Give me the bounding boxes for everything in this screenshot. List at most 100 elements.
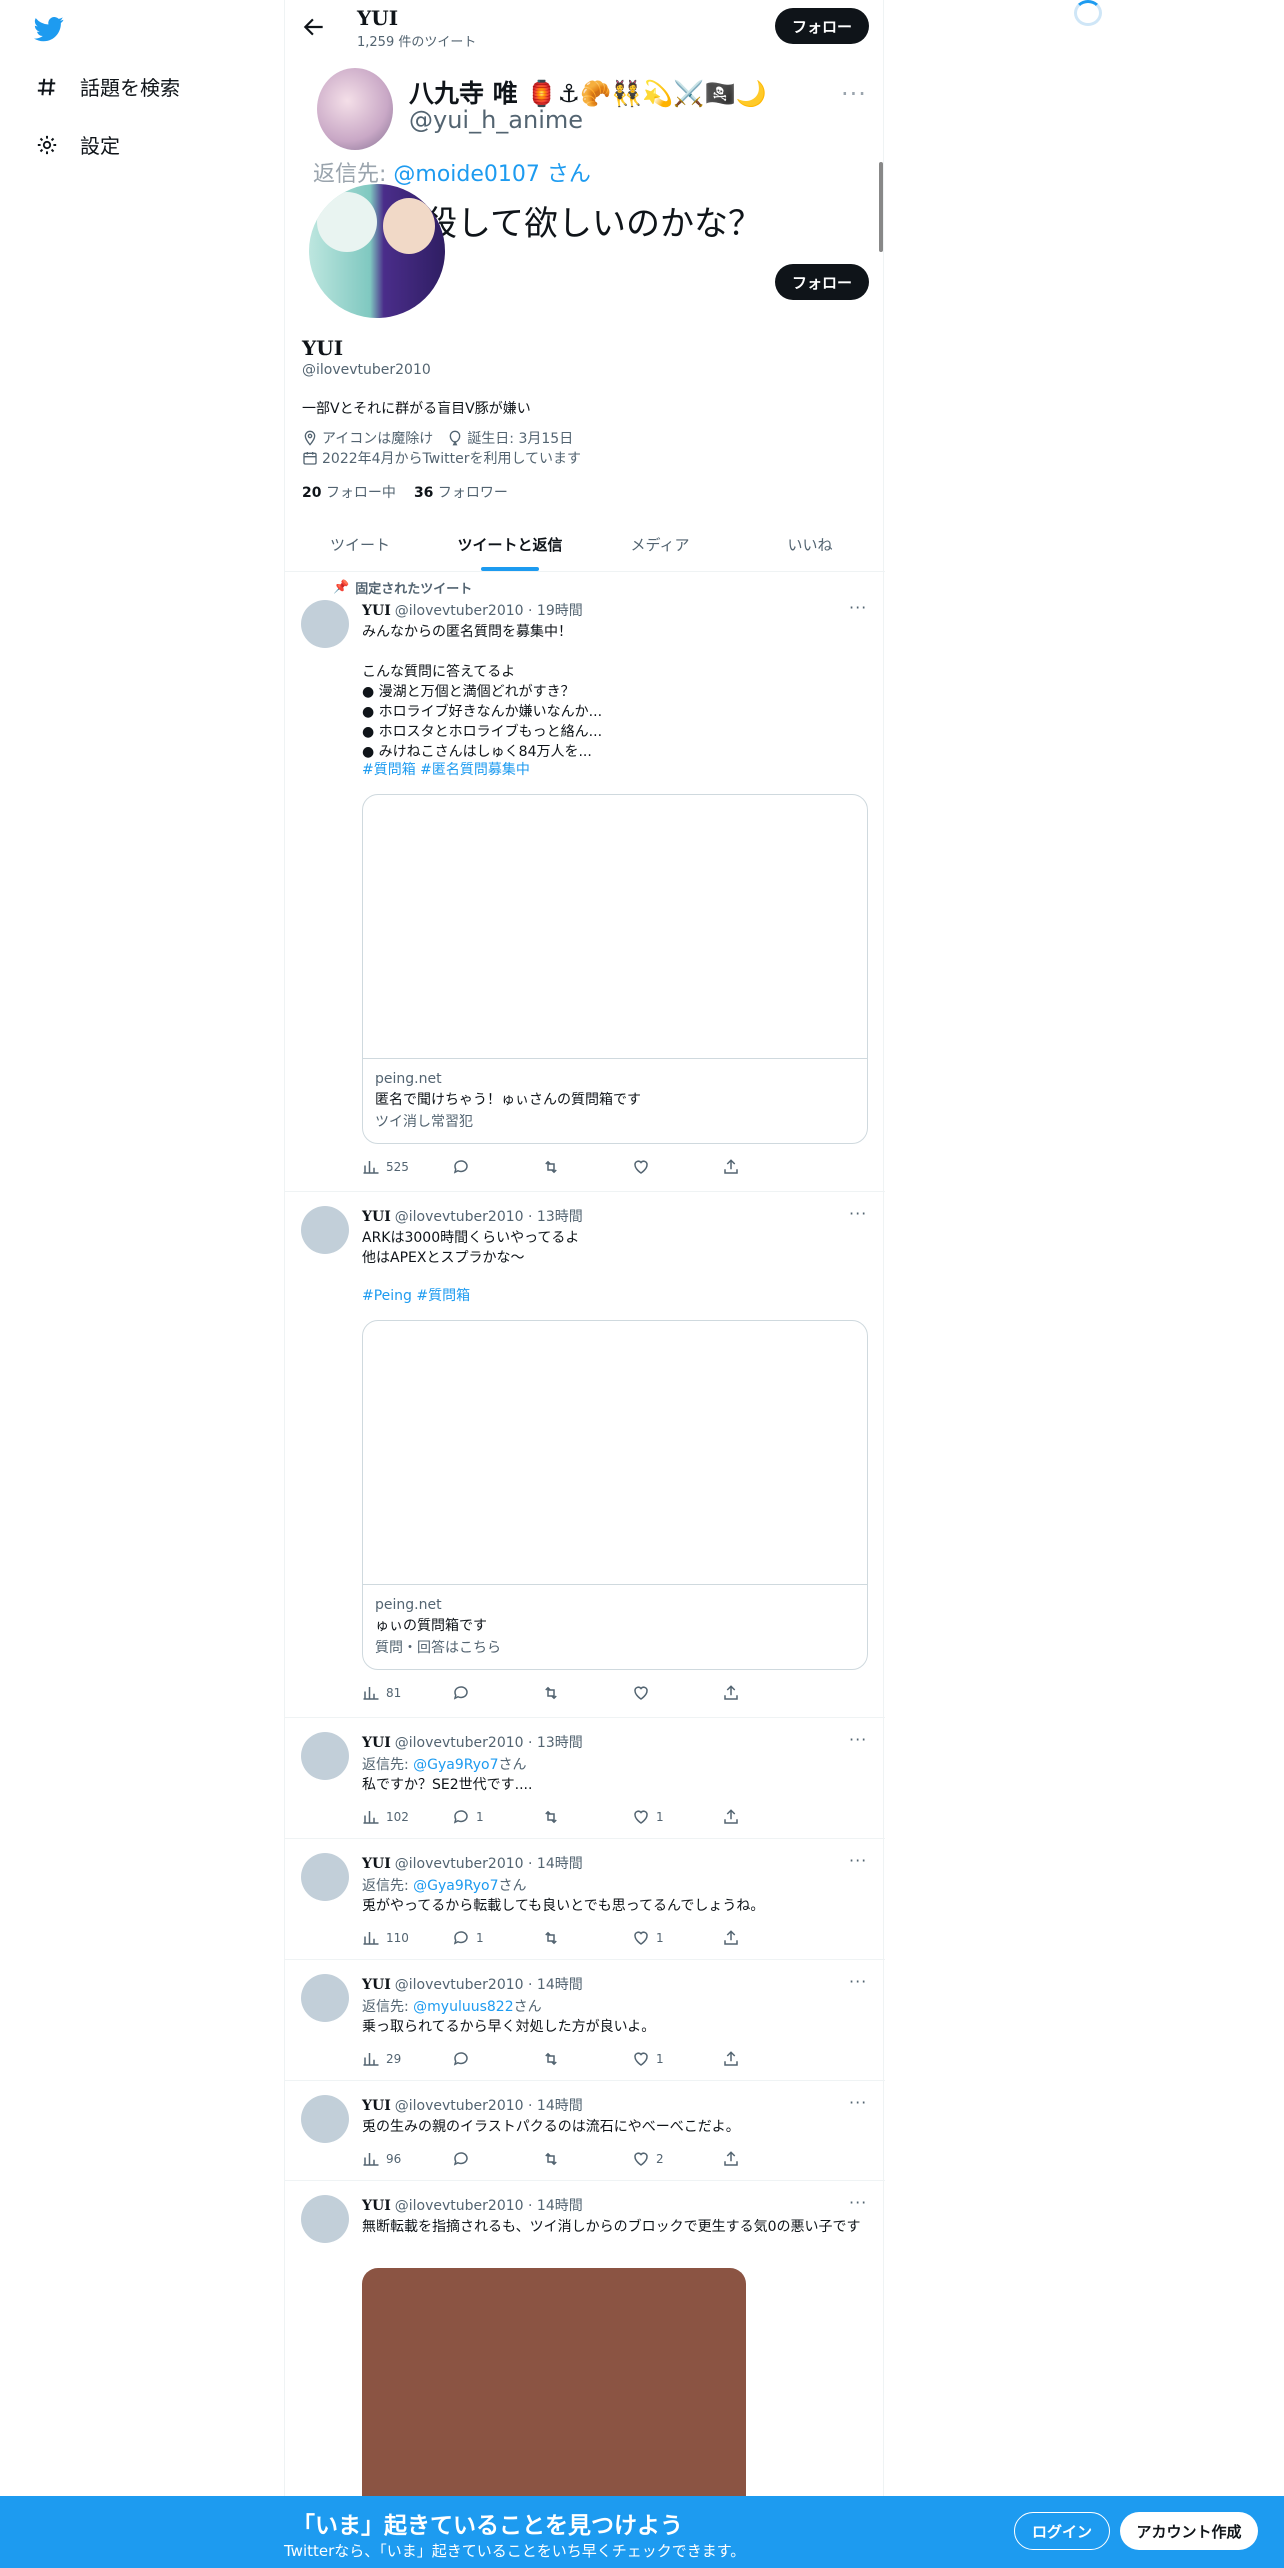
reply-icon xyxy=(453,2152,468,2166)
twitter-logo-icon[interactable] xyxy=(32,14,66,44)
quoted-reply-user-link[interactable]: @moide0107 xyxy=(393,162,540,187)
analytics-icon xyxy=(363,1932,379,1945)
reply-button[interactable] xyxy=(452,1684,542,1702)
login-button[interactable]: ログイン xyxy=(1014,2512,1110,2550)
reply-user-link[interactable]: @Gya9Ryo7 xyxy=(413,1757,498,1773)
retweet-icon xyxy=(545,1810,557,1824)
like-button[interactable]: 1 xyxy=(632,2050,722,2068)
profile-follow-button[interactable]: フォロー xyxy=(775,264,869,300)
scrollbar[interactable] xyxy=(879,162,883,252)
like-button[interactable]: 1 xyxy=(632,1808,722,1826)
views-button[interactable]: 96 xyxy=(362,2150,452,2168)
like-button[interactable] xyxy=(632,1158,722,1176)
share-icon xyxy=(724,1809,738,1824)
tweet-item[interactable]: YUI @ilovevtuber2010 · 14時間 ··· 返信先: @Gya… xyxy=(285,1839,885,1960)
back-arrow-icon[interactable] xyxy=(301,14,327,40)
views-button[interactable]: 525 xyxy=(362,1158,452,1176)
signup-button[interactable]: アカウント作成 xyxy=(1120,2512,1258,2550)
link-card[interactable]: peing.net 匿名で聞けちゃう！ゅぃさんの質問箱です ツイ消し常習犯 xyxy=(362,794,868,1144)
reply-button[interactable] xyxy=(452,2150,542,2168)
reply-user-link[interactable]: @myuluus822 xyxy=(413,1999,513,2015)
link-card-domain: peing.net xyxy=(375,1071,442,1087)
share-button[interactable] xyxy=(722,1158,812,1176)
avatar[interactable] xyxy=(301,2095,349,2143)
views-button[interactable]: 110 xyxy=(362,1929,452,1947)
more-icon[interactable]: ··· xyxy=(849,2093,867,2112)
like-button[interactable]: 1 xyxy=(632,1929,722,1947)
more-icon[interactable]: ··· xyxy=(849,1204,867,1223)
retweet-icon xyxy=(545,2052,557,2066)
reply-button[interactable] xyxy=(452,1158,542,1176)
retweet-button[interactable] xyxy=(542,1808,632,1826)
profile-meta-row: アイコンは魔除け 誕生日: 3月15日 xyxy=(302,428,573,448)
views-button[interactable]: 102 xyxy=(362,1808,452,1826)
avatar[interactable] xyxy=(301,1974,349,2022)
profile-tabs: ツイート ツイートと返信 メディア いいね xyxy=(285,518,885,572)
views-button[interactable]: 29 xyxy=(362,2050,452,2068)
retweet-button[interactable] xyxy=(542,1929,632,1947)
reply-button[interactable]: 1 xyxy=(452,1808,542,1826)
profile-bio: 一部Vとそれに群がる盲目V豚が嫌い xyxy=(302,401,531,417)
more-icon[interactable]: ··· xyxy=(849,1851,867,1870)
like-button[interactable] xyxy=(632,1684,722,1702)
header-title: YUI xyxy=(357,6,399,30)
tab-tweets-and-replies[interactable]: ツイートと返信 xyxy=(435,518,585,571)
tweet-hashtags[interactable]: #Peing #質問箱 xyxy=(362,1286,872,1306)
profile-location: アイコンは魔除け xyxy=(322,431,434,447)
link-card[interactable]: peing.net ゅぃの質問箱です 質問・回答はこちら xyxy=(362,1320,868,1670)
more-icon[interactable]: ··· xyxy=(849,598,867,617)
retweet-button[interactable] xyxy=(542,2050,632,2068)
reply-button[interactable]: 1 xyxy=(452,1929,542,1947)
following-link[interactable]: 20 フォロー中 xyxy=(302,482,396,502)
avatar[interactable] xyxy=(301,600,349,648)
more-icon[interactable]: ··· xyxy=(849,1730,867,1749)
tab-media[interactable]: メディア xyxy=(585,518,735,571)
reply-user-link[interactable]: @Gya9Ryo7 xyxy=(413,1878,498,1894)
avatar[interactable] xyxy=(301,2195,349,2243)
avatar[interactable] xyxy=(301,1206,349,1254)
tweet-item[interactable]: YUI @ilovevtuber2010 · 13時間 ··· 返信先: @Gya… xyxy=(285,1718,885,1839)
share-icon xyxy=(724,1930,738,1945)
nav-explore[interactable]: 話題を検索 xyxy=(34,72,180,101)
share-button[interactable] xyxy=(722,1684,812,1702)
quoted-more-icon[interactable]: ··· xyxy=(841,80,867,108)
nav-settings[interactable]: 設定 xyxy=(34,130,120,159)
profile-birthday: 誕生日: 3月15日 xyxy=(467,431,574,447)
avatar[interactable] xyxy=(301,1732,349,1780)
like-button[interactable]: 2 xyxy=(632,2150,722,2168)
share-button[interactable] xyxy=(722,1929,812,1947)
heart-icon xyxy=(634,2152,648,2166)
followers-link[interactable]: 36 フォロワー xyxy=(414,482,508,502)
tab-likes[interactable]: いいね xyxy=(735,518,885,571)
retweet-button[interactable] xyxy=(542,1684,632,1702)
tweet-header: YUI @ilovevtuber2010 · 14時間 xyxy=(362,1977,583,1993)
share-button[interactable] xyxy=(722,1808,812,1826)
tweet-text: 兎がやってるから転載しても良いとでも思ってるんでしょうね。 xyxy=(362,1898,765,1914)
reply-to: 返信先: @Gya9Ryo7さん xyxy=(362,1757,527,1773)
banner-title: 「いま」起きていることを見つけよう xyxy=(292,2513,683,2539)
share-button[interactable] xyxy=(722,2050,812,2068)
profile-avatar[interactable] xyxy=(309,184,445,318)
tweet-item[interactable]: YUI @ilovevtuber2010 · 14時間 ··· 返信先: @myu… xyxy=(285,1960,885,2081)
retweet-icon xyxy=(545,1160,557,1174)
share-button[interactable] xyxy=(722,2150,812,2168)
reply-button[interactable] xyxy=(452,2050,542,2068)
tweet-item[interactable]: YUI @ilovevtuber2010 · 19時間 ··· みんなからの匿名質… xyxy=(285,572,885,1192)
signup-banner: 「いま」起きていることを見つけよう Twitterなら、「いま」起きていることを… xyxy=(0,2496,1284,2568)
balloon-icon xyxy=(447,430,463,446)
more-icon[interactable]: ··· xyxy=(849,1972,867,1991)
views-button[interactable]: 81 xyxy=(362,1684,452,1702)
retweet-button[interactable] xyxy=(542,1158,632,1176)
tab-tweets[interactable]: ツイート xyxy=(285,518,435,571)
retweet-button[interactable] xyxy=(542,2150,632,2168)
link-card-image xyxy=(363,795,867,1059)
more-icon[interactable]: ··· xyxy=(849,2193,867,2212)
heart-icon xyxy=(634,1160,648,1174)
nav-explore-label: 話題を検索 xyxy=(80,76,180,100)
avatar[interactable] xyxy=(301,1853,349,1901)
tweet-item[interactable]: YUI @ilovevtuber2010 · 14時間 ··· 兎の生みの親のイラ… xyxy=(285,2081,885,2181)
quoted-avatar[interactable] xyxy=(317,68,393,150)
tweet-hashtags[interactable]: #質問箱 #匿名質問募集中 xyxy=(362,760,872,780)
tweet-item[interactable]: YUI @ilovevtuber2010 · 13時間 ··· ARKは3000時… xyxy=(285,1192,885,1718)
header-follow-button[interactable]: フォロー xyxy=(775,8,869,44)
